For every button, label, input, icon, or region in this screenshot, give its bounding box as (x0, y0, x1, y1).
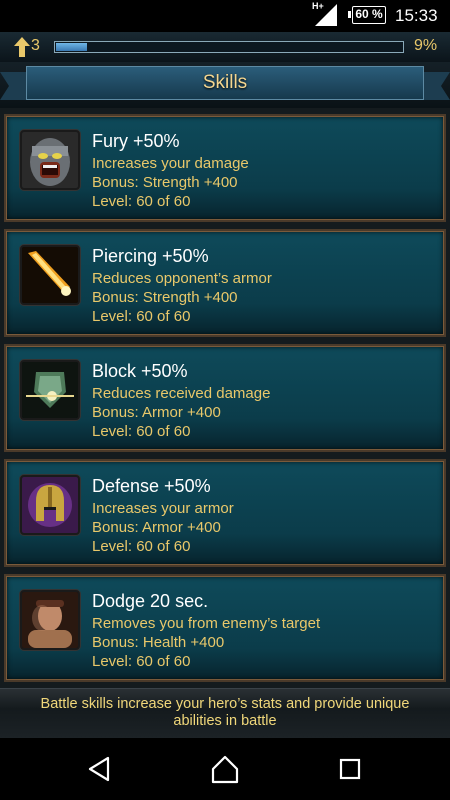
skill-name: Dodge 20 sec. (92, 591, 209, 611)
title-banner: Skills (26, 66, 424, 100)
skill-level: Level: 60 of 60 (92, 423, 191, 440)
xp-progress-bar (54, 41, 404, 53)
xp-progress-fill (56, 43, 87, 51)
navigation-bar (0, 738, 450, 800)
block-shield-icon (20, 360, 80, 420)
skill-level: Level: 60 of 60 (92, 308, 191, 325)
skill-bonus: Bonus: Armor +400 (92, 519, 221, 536)
skill-bonus: Bonus: Strength +400 (92, 289, 238, 306)
recent-apps-icon[interactable] (330, 752, 370, 786)
home-icon[interactable] (205, 752, 245, 786)
dodge-warrior-icon (20, 590, 80, 650)
skill-level: Level: 60 of 60 (92, 538, 191, 555)
skill-level: Level: 60 of 60 (92, 193, 191, 210)
player-level: 3 (31, 37, 40, 54)
skill-description: Increases your damage (92, 155, 249, 172)
xp-percent: 9% (414, 37, 438, 54)
skill-description: Reduces received damage (92, 385, 271, 402)
skill-bonus: Bonus: Strength +400 (92, 174, 238, 191)
skill-card-dodge[interactable]: Dodge 20 sec. Removes you from enemy’s t… (4, 574, 446, 682)
piercing-arrow-icon (20, 245, 80, 305)
skills-list[interactable]: Fury +50% Increases your damage Bonus: S… (0, 108, 450, 688)
status-bar: H+ 60 % 15:33 (0, 0, 450, 32)
skill-name: Block +50% (92, 361, 188, 381)
page-title: Skills (202, 72, 248, 93)
skill-card-defense[interactable]: Defense +50% Increases your armor Bonus:… (4, 459, 446, 567)
battery-indicator: 60 % (348, 6, 386, 24)
skill-card-fury[interactable]: Fury +50% Increases your damage Bonus: S… (4, 114, 446, 222)
skill-bonus: Bonus: Health +400 (92, 634, 225, 651)
xp-header: 3 9% (0, 32, 450, 62)
skill-name: Piercing +50% (92, 246, 209, 266)
skill-card-piercing[interactable]: Piercing +50% Reduces opponent’s armor B… (4, 229, 446, 337)
skill-name: Defense +50% (92, 476, 211, 496)
skill-card-block[interactable]: Block +50% Reduces received damage Bonus… (4, 344, 446, 452)
footer-hint: Battle skills increase your hero’s stats… (40, 696, 410, 729)
skill-description: Increases your armor (92, 500, 234, 517)
skill-description: Removes you from enemy’s target (92, 615, 321, 632)
clock: 15:33 (395, 6, 438, 25)
signal-icon (315, 4, 337, 26)
fury-helmet-icon (20, 130, 80, 190)
skill-level: Level: 60 of 60 (92, 653, 191, 670)
level-up-arrow-icon (14, 37, 30, 57)
back-icon[interactable] (80, 752, 120, 786)
skill-bonus: Bonus: Armor +400 (92, 404, 221, 421)
skill-name: Fury +50% (92, 131, 180, 151)
banner-ribbon-right (420, 72, 450, 100)
info-footer: Battle skills increase your hero’s stats… (0, 688, 450, 739)
skill-description: Reduces opponent’s armor (92, 270, 272, 287)
defense-helmet-icon (20, 475, 80, 535)
